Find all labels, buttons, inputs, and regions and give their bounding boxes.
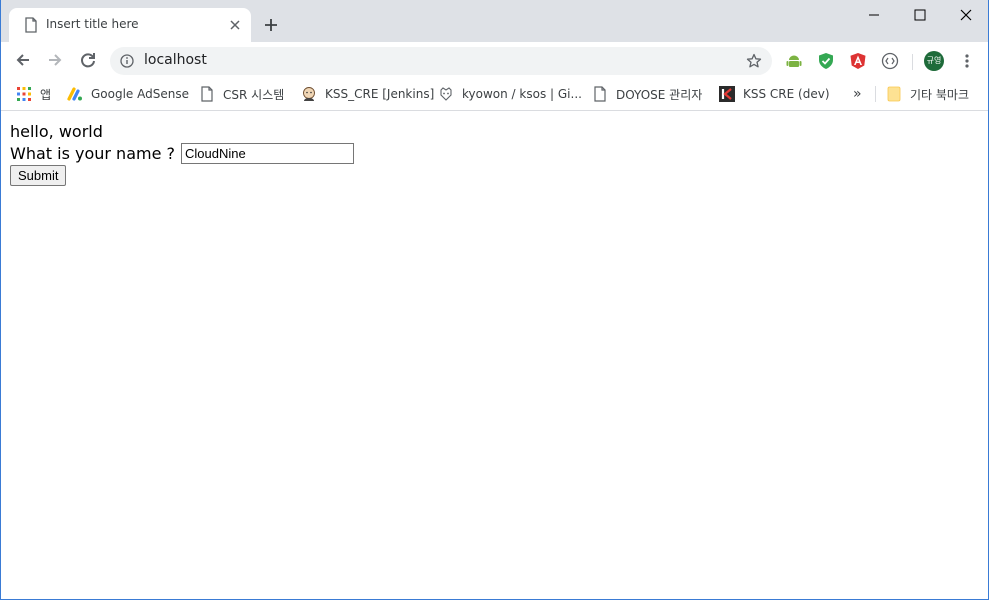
submit-button[interactable]: Submit: [10, 165, 67, 186]
browser-window: Insert title here localhost 규영 앱 Google …: [0, 0, 989, 600]
back-arrow-icon[interactable]: [13, 50, 33, 70]
reload-icon[interactable]: [78, 50, 98, 70]
greeting-text: hello, world: [10, 122, 103, 141]
gitlab-icon: [440, 87, 452, 101]
bookmark-label: Google AdSense: [91, 87, 189, 101]
bookmark-label: DOYOSE 관리자: [616, 87, 703, 102]
profile-avatar[interactable]: 규영: [924, 51, 944, 71]
name-form-row: What is your name ?: [10, 143, 355, 164]
toolbar-separator: [912, 54, 913, 70]
close-tab-icon[interactable]: [227, 17, 243, 33]
bookmark-label: kyowon / ksos | Gi...: [462, 87, 582, 101]
bookmark-csr[interactable]: CSR 시스템: [199, 85, 284, 103]
k-logo-icon: [719, 86, 735, 102]
tab-strip: Insert title here: [1, 0, 988, 42]
angular-extension-icon[interactable]: [849, 52, 867, 70]
name-input[interactable]: [181, 143, 355, 164]
close-window-icon[interactable]: [943, 6, 989, 24]
page-icon: [594, 86, 606, 102]
bookmark-kyowon-ksos[interactable]: kyowon / ksos | Gi...: [438, 85, 582, 103]
apps-grid-icon: [17, 87, 31, 101]
bookmark-label: KSS_CRE [Jenkins]: [325, 87, 435, 101]
code-extension-icon[interactable]: [881, 52, 899, 70]
tab-title: Insert title here: [46, 17, 139, 31]
bookmark-doyose[interactable]: DOYOSE 관리자: [592, 85, 702, 103]
shield-extension-icon[interactable]: [817, 52, 835, 70]
android-extension-icon[interactable]: [785, 52, 803, 70]
bookmark-kss-cre-jenkins[interactable]: KSS_CRE [Jenkins]: [301, 85, 434, 103]
new-tab-icon[interactable]: [263, 17, 279, 33]
bookmarks-overflow-button[interactable]: »: [853, 85, 862, 103]
name-label: What is your name ?: [10, 144, 176, 163]
bookmark-google-adsense[interactable]: Google AdSense: [67, 85, 189, 103]
address-bar[interactable]: localhost: [110, 47, 772, 75]
page-content: hello, world What is your name ? Submit: [2, 112, 988, 599]
bookmarks-separator: [875, 86, 876, 102]
browser-toolbar: localhost 규영: [1, 42, 988, 78]
tab-active[interactable]: Insert title here: [9, 8, 251, 42]
adsense-icon: [67, 87, 82, 101]
forward-arrow-icon[interactable]: [45, 50, 65, 70]
bookmark-label: CSR 시스템: [223, 87, 285, 102]
bookmark-star-icon[interactable]: [746, 53, 762, 69]
folder-icon: [887, 86, 901, 102]
other-bookmarks-folder[interactable]: 기타 북마크: [886, 85, 969, 103]
page-icon: [25, 17, 37, 33]
site-info-icon[interactable]: [120, 54, 134, 68]
bookmark-label: KSS CRE (dev): [743, 87, 830, 101]
jenkins-icon: [303, 87, 315, 101]
minimize-icon[interactable]: [851, 6, 897, 24]
bookmarks-bar: 앱 Google AdSense CSR 시스템 KSS_CRE [Jenkin…: [1, 78, 988, 111]
maximize-icon[interactable]: [897, 6, 943, 24]
bookmark-apps[interactable]: 앱: [16, 85, 51, 103]
bookmark-label: 기타 북마크: [910, 87, 970, 102]
page-icon: [201, 86, 213, 102]
bookmark-label: 앱: [40, 87, 52, 102]
url-text[interactable]: localhost: [144, 52, 207, 68]
kebab-menu-icon[interactable]: [960, 53, 974, 69]
bookmark-kss-cre-dev[interactable]: KSS CRE (dev): [719, 85, 830, 103]
